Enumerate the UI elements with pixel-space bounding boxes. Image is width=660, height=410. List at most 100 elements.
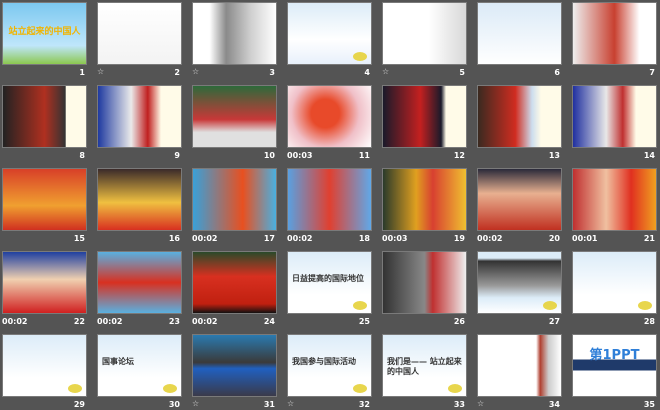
slide-preview[interactable] <box>2 168 87 231</box>
slide-preview[interactable] <box>97 168 182 231</box>
slide-thumbnail-25[interactable]: 日益提高的国际地位 25 <box>287 251 372 326</box>
slide-thumbnail-5[interactable]: ☆ 5 <box>382 2 467 77</box>
slide-preview[interactable] <box>572 168 657 231</box>
slide-preview[interactable] <box>477 168 562 231</box>
slide-number: 2 <box>174 68 180 77</box>
slide-preview[interactable]: 第1PPT <box>572 334 657 397</box>
slide-preview[interactable] <box>572 2 657 65</box>
slide-thumbnail-1[interactable]: 站立起来的中国人 1 <box>2 2 87 77</box>
slide-thumbnail-13[interactable]: 13 <box>477 85 562 160</box>
slide-thumbnail-7[interactable]: 7 <box>572 2 657 77</box>
leaf-decoration <box>353 301 367 310</box>
slide-preview[interactable] <box>97 85 182 148</box>
leaf-decoration <box>543 301 557 310</box>
slide-thumbnail-11[interactable]: 00:03 11 <box>287 85 372 160</box>
slide-thumbnail-23[interactable]: 00:02 23 <box>97 251 182 326</box>
slide-preview[interactable] <box>382 85 467 148</box>
slide-number: 6 <box>554 68 560 77</box>
slide-thumbnail-4[interactable]: 4 <box>287 2 372 77</box>
slide-preview[interactable] <box>97 2 182 65</box>
slide-thumbnail-10[interactable]: 10 <box>192 85 277 160</box>
slide-thumbnail-6[interactable]: 6 <box>477 2 562 77</box>
slide-preview[interactable]: 我们是—— 站立起来的中国人 <box>382 334 467 397</box>
animation-star-icon[interactable]: ☆ <box>97 67 104 76</box>
slide-thumbnail-8[interactable]: 8 <box>2 85 87 160</box>
slide-thumbnail-19[interactable]: 00:03 19 <box>382 168 467 243</box>
slide-thumbnail-34[interactable]: ☆ 34 <box>477 334 562 409</box>
slide-preview[interactable] <box>477 85 562 148</box>
slide-preview[interactable] <box>192 168 277 231</box>
slide-thumbnail-31[interactable]: ☆ 31 <box>192 334 277 409</box>
slide-number: 11 <box>358 151 370 160</box>
slide-preview[interactable] <box>572 251 657 314</box>
slide-thumbnail-27[interactable]: 27 <box>477 251 562 326</box>
slide-number: 20 <box>548 234 560 243</box>
slide-thumbnail-12[interactable]: 12 <box>382 85 467 160</box>
slide-thumbnail-2[interactable]: ☆ 2 <box>97 2 182 77</box>
slide-preview[interactable] <box>287 2 372 65</box>
slide-thumbnail-20[interactable]: 00:02 20 <box>477 168 562 243</box>
slide-thumbnail-17[interactable]: 00:02 17 <box>192 168 277 243</box>
slide-title: 第1PPT <box>589 348 640 363</box>
slide-preview[interactable] <box>2 85 87 148</box>
slide-preview[interactable]: 我国参与国际活动 <box>287 334 372 397</box>
slide-thumbnail-32[interactable]: 我国参与国际活动 ☆ 32 <box>287 334 372 409</box>
slide-preview[interactable] <box>382 168 467 231</box>
slide-preview[interactable] <box>382 251 467 314</box>
slide-number: 3 <box>269 68 275 77</box>
slide-preview[interactable] <box>477 251 562 314</box>
animation-star-icon[interactable]: ☆ <box>192 67 199 76</box>
slide-preview[interactable] <box>477 334 562 397</box>
slide-number: 1 <box>79 68 85 77</box>
slide-preview[interactable] <box>382 2 467 65</box>
slide-preview[interactable] <box>192 85 277 148</box>
slide-number: 29 <box>73 400 85 409</box>
slide-thumbnail-18[interactable]: 00:02 18 <box>287 168 372 243</box>
slide-title: 我国参与国际活动 <box>292 357 356 366</box>
slide-number: 9 <box>174 151 180 160</box>
slide-number: 27 <box>548 317 560 326</box>
slide-thumbnail-28[interactable]: 28 <box>572 251 657 326</box>
leaf-decoration <box>68 384 82 393</box>
leaf-decoration <box>353 52 367 61</box>
animation-star-icon[interactable]: ☆ <box>477 399 484 408</box>
animation-star-icon[interactable]: ☆ <box>382 67 389 76</box>
slide-thumbnail-24[interactable]: 00:02 24 <box>192 251 277 326</box>
animation-star-icon[interactable]: ☆ <box>192 399 199 408</box>
slide-preview[interactable] <box>192 2 277 65</box>
slide-thumbnail-29[interactable]: 29 <box>2 334 87 409</box>
slide-preview[interactable] <box>97 251 182 314</box>
slide-thumbnail-9[interactable]: 9 <box>97 85 182 160</box>
slide-number: 16 <box>168 234 180 243</box>
slide-thumbnail-22[interactable]: 00:02 22 <box>2 251 87 326</box>
slide-preview[interactable] <box>192 334 277 397</box>
slide-preview[interactable] <box>477 2 562 65</box>
slide-number: 4 <box>364 68 370 77</box>
slide-number: 33 <box>453 400 465 409</box>
slide-preview[interactable] <box>287 168 372 231</box>
slide-thumbnail-16[interactable]: 16 <box>97 168 182 243</box>
animation-star-icon[interactable]: ☆ <box>287 399 294 408</box>
slide-preview[interactable] <box>192 251 277 314</box>
slide-thumbnail-26[interactable]: 26 <box>382 251 467 326</box>
slide-thumbnail-3[interactable]: ☆ 3 <box>192 2 277 77</box>
slide-thumbnail-15[interactable]: 15 <box>2 168 87 243</box>
slide-number: 25 <box>358 317 370 326</box>
slide-thumbnail-35[interactable]: 第1PPT 35 <box>572 334 657 409</box>
slide-number: 32 <box>358 400 370 409</box>
slide-number: 26 <box>453 317 465 326</box>
slide-thumbnail-21[interactable]: 00:01 21 <box>572 168 657 243</box>
slide-preview[interactable] <box>572 85 657 148</box>
slide-thumbnail-30[interactable]: 国事论坛 30 <box>97 334 182 409</box>
slide-preview[interactable]: 站立起来的中国人 <box>2 2 87 65</box>
slide-preview[interactable]: 日益提高的国际地位 <box>287 251 372 314</box>
slide-number: 17 <box>263 234 275 243</box>
slide-thumbnail-33[interactable]: 我们是—— 站立起来的中国人 33 <box>382 334 467 409</box>
slide-number: 8 <box>79 151 85 160</box>
slide-preview[interactable]: 国事论坛 <box>97 334 182 397</box>
slide-preview[interactable] <box>287 85 372 148</box>
slide-thumbnail-14[interactable]: 14 <box>572 85 657 160</box>
slide-timing: 00:02 <box>192 317 218 326</box>
slide-preview[interactable] <box>2 334 87 397</box>
slide-preview[interactable] <box>2 251 87 314</box>
